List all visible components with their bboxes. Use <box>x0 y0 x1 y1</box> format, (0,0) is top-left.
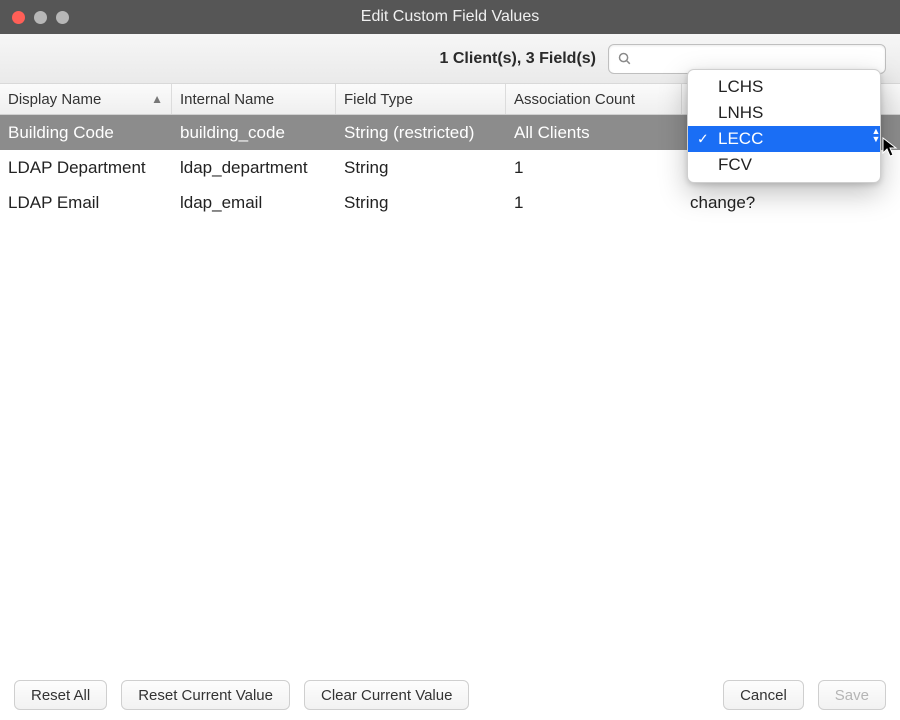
footer: Reset All Reset Current Value Clear Curr… <box>0 670 900 720</box>
dropdown-option[interactable]: ✓ LNHS <box>688 100 880 126</box>
window-title: Edit Custom Field Values <box>0 8 900 26</box>
table-row[interactable]: LDAP Email ldap_email String 1 change? <box>0 185 900 220</box>
close-window-button[interactable] <box>12 11 25 24</box>
dropdown-option-label: LECC <box>718 129 763 149</box>
cancel-button[interactable]: Cancel <box>723 680 804 710</box>
value-dropdown-popup[interactable]: ✓ LCHS ✓ LNHS ✓ LECC ✓ FCV ▲▼ <box>687 69 881 183</box>
cell-field-type: String <box>336 158 506 178</box>
cell-association-count: 1 <box>506 158 682 178</box>
cell-internal-name: ldap_email <box>172 193 336 213</box>
column-header-label: Association Count <box>514 91 635 108</box>
dropdown-option[interactable]: ✓ LCHS <box>688 74 880 100</box>
dropdown-option-label: LNHS <box>718 103 763 123</box>
reset-current-value-button[interactable]: Reset Current Value <box>121 680 290 710</box>
traffic-lights <box>0 11 69 24</box>
cell-field-type: String (restricted) <box>336 123 506 143</box>
search-input[interactable] <box>638 50 877 67</box>
sort-ascending-icon: ▲ <box>151 92 163 106</box>
column-header-label: Field Type <box>344 91 413 108</box>
dropdown-option[interactable]: ✓ FCV <box>688 152 880 178</box>
reset-all-button[interactable]: Reset All <box>14 680 107 710</box>
minimize-window-button[interactable] <box>34 11 47 24</box>
cell-internal-name: ldap_department <box>172 158 336 178</box>
selection-summary: 1 Client(s), 3 Field(s) <box>440 50 596 68</box>
dropdown-option-label: LCHS <box>718 77 763 97</box>
clear-current-value-button[interactable]: Clear Current Value <box>304 680 469 710</box>
cell-association-count: All Clients <box>506 123 682 143</box>
column-header-association-count[interactable]: Association Count <box>506 84 682 114</box>
check-icon: ✓ <box>697 131 709 148</box>
cell-display-name: LDAP Email <box>0 193 172 213</box>
cell-display-name: Building Code <box>0 123 172 143</box>
cell-field-type: String <box>336 193 506 213</box>
cell-value[interactable]: change? <box>682 193 900 213</box>
column-header-label: Display Name <box>8 91 101 108</box>
dropdown-option[interactable]: ✓ LECC <box>688 126 880 152</box>
column-header-field-type[interactable]: Field Type <box>336 84 506 114</box>
cell-association-count: 1 <box>506 193 682 213</box>
column-header-internal-name[interactable]: Internal Name <box>172 84 336 114</box>
column-header-display-name[interactable]: Display Name ▲ <box>0 84 172 114</box>
dropdown-option-label: FCV <box>718 155 752 175</box>
window-titlebar: Edit Custom Field Values <box>0 0 900 34</box>
cell-internal-name: building_code <box>172 123 336 143</box>
column-header-label: Internal Name <box>180 91 274 108</box>
cell-display-name: LDAP Department <box>0 158 172 178</box>
search-icon <box>617 51 632 66</box>
save-button[interactable]: Save <box>818 680 886 710</box>
maximize-window-button[interactable] <box>56 11 69 24</box>
